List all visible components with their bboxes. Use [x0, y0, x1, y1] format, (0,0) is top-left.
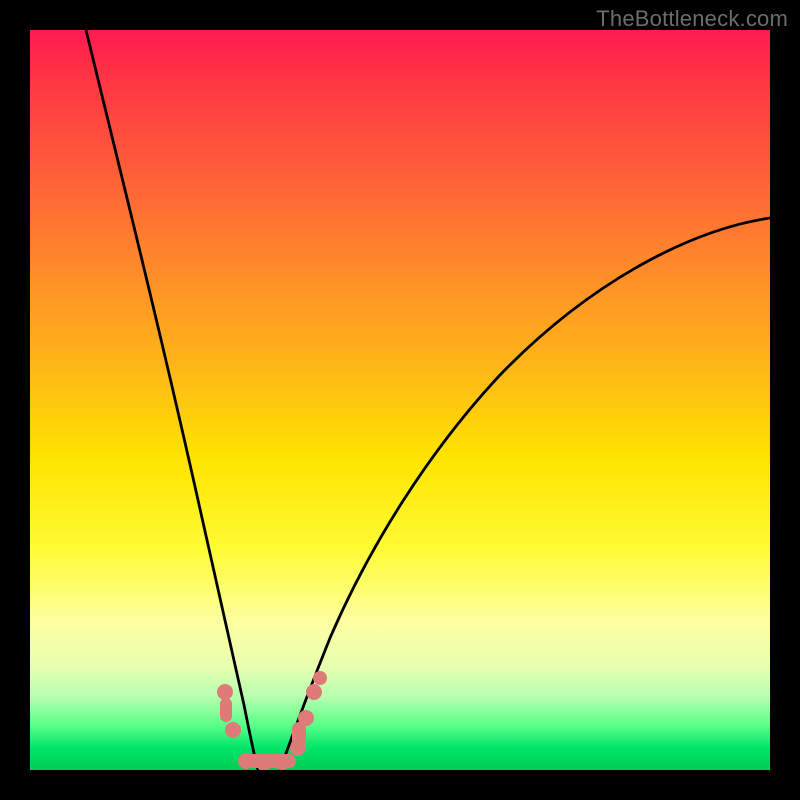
left-curve	[86, 30, 258, 770]
curve-layer	[30, 30, 770, 770]
plot-area	[30, 30, 770, 770]
right-curve	[280, 218, 770, 770]
chart-frame: TheBottleneck.com	[0, 0, 800, 800]
watermark-text: TheBottleneck.com	[596, 6, 788, 32]
marker-cluster	[217, 671, 327, 770]
